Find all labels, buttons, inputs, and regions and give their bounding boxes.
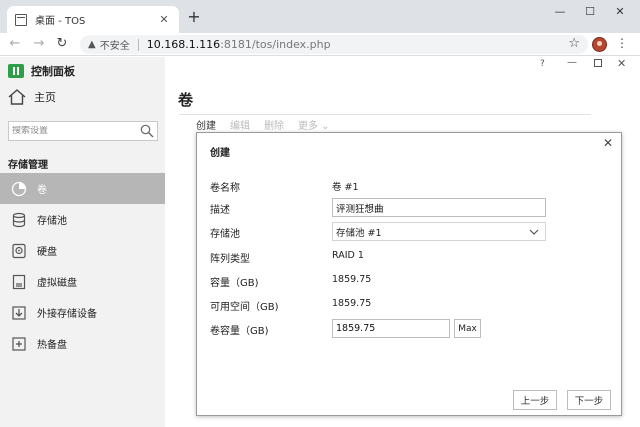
sidebar-item-label: 硬盘 <box>37 247 57 258</box>
new-tab-button[interactable]: + <box>186 9 202 25</box>
title-divider <box>179 114 591 115</box>
sidebar-title: 控制面板 <box>31 65 75 78</box>
window-maximize-button[interactable]: ☐ <box>580 5 600 18</box>
chevron-down-icon <box>529 229 539 235</box>
forward-button[interactable]: → <box>31 36 47 52</box>
volume-name-row: 卷名称 卷 #1 <box>210 176 610 196</box>
app-close-button[interactable]: ✕ <box>617 57 626 70</box>
volume-capacity-input[interactable] <box>332 319 450 338</box>
sidebar: 控制面板 主页 存储管理 卷 <box>0 57 165 427</box>
sidebar-section-title: 存储管理 <box>8 160 48 171</box>
free-space-row: 可用空间（GB) 1859.75 <box>210 295 610 315</box>
raid-type-label: 阵列类型 <box>210 254 250 265</box>
sidebar-item-hot-spare[interactable]: 热备盘 <box>0 328 165 359</box>
pie-chart-icon <box>11 181 27 196</box>
create-button[interactable]: 创建 <box>196 117 216 132</box>
app-maximize-button[interactable] <box>594 59 602 67</box>
next-step-button[interactable]: 下一步 <box>567 390 611 410</box>
window-minimize-button[interactable]: — <box>550 5 570 18</box>
sidebar-item-storage-pool[interactable]: 存储池 <box>0 204 165 235</box>
previous-step-button[interactable]: 上一步 <box>513 390 557 410</box>
search-icon[interactable] <box>140 124 154 138</box>
browser-tab[interactable]: 桌面 - TOS ✕ <box>7 6 179 33</box>
storage-pool-selected: 存储池 #1 <box>336 227 382 239</box>
database-icon <box>12 212 26 227</box>
sidebar-item-label: 外接存储设备 <box>37 309 97 320</box>
description-row: 描述 <box>210 198 610 218</box>
free-space-label: 可用空间（GB) <box>210 302 279 313</box>
delete-button[interactable]: 删除 <box>264 117 284 132</box>
external-storage-icon <box>12 305 26 320</box>
storage-pool-row: 存储池 存储池 #1 <box>210 222 610 242</box>
free-space-value: 1859.75 <box>332 298 372 309</box>
sidebar-item-virtual-disk[interactable]: 虚拟磁盘 <box>0 266 165 297</box>
insecure-label[interactable]: 不安全 <box>100 37 130 52</box>
raid-type-value: RAID 1 <box>332 250 364 261</box>
tab-title: 桌面 - TOS <box>35 16 86 27</box>
more-button[interactable]: 更多 ⌄ <box>298 117 330 132</box>
hot-spare-icon <box>12 336 26 351</box>
url-path: :8181/tos/index.php <box>220 38 331 51</box>
edit-button[interactable]: 编辑 <box>230 117 250 132</box>
profile-avatar[interactable] <box>592 37 607 52</box>
storage-pool-label: 存储池 <box>210 229 240 240</box>
app-minimize-button[interactable]: — <box>567 57 577 68</box>
url-host: 10.168.1.116 <box>146 38 221 51</box>
max-button[interactable]: Max <box>454 319 481 338</box>
storage-pool-select[interactable]: 存储池 #1 <box>332 222 546 241</box>
sidebar-item-hard-disk[interactable]: 硬盘 <box>0 235 165 266</box>
window-close-button[interactable]: ✕ <box>610 5 630 18</box>
sidebar-header: 控制面板 <box>8 63 75 79</box>
hard-disk-icon <box>12 243 26 258</box>
sidebar-search <box>8 121 158 141</box>
description-label: 描述 <box>210 205 230 216</box>
bookmark-star-icon[interactable]: ☆ <box>568 36 580 51</box>
tab-close-icon[interactable]: ✕ <box>157 13 171 26</box>
dialog-close-button[interactable]: ✕ <box>603 136 613 150</box>
help-button[interactable]: ? <box>540 59 545 69</box>
capacity-row: 容量（GB) 1859.75 <box>210 271 610 291</box>
description-input[interactable] <box>332 198 546 217</box>
virtual-disk-icon <box>12 274 26 289</box>
sidebar-home-label: 主页 <box>34 91 56 104</box>
address-separator <box>137 38 139 51</box>
volume-name-value: 卷 #1 <box>332 182 359 193</box>
raid-type-row: 阵列类型 RAID 1 <box>210 247 610 267</box>
control-panel-logo-icon <box>8 64 24 78</box>
sidebar-item-label: 热备盘 <box>37 340 67 351</box>
page-favicon-icon <box>15 13 27 26</box>
sidebar-item-external-storage[interactable]: 外接存储设备 <box>0 297 165 328</box>
home-icon <box>8 89 26 105</box>
page-title: 卷 <box>178 91 194 109</box>
warning-icon[interactable]: ▲ <box>88 39 96 50</box>
sidebar-item-home[interactable]: 主页 <box>8 89 56 105</box>
sidebar-item-label: 存储池 <box>37 216 67 227</box>
volume-name-label: 卷名称 <box>210 183 240 194</box>
sidebar-item-volume[interactable]: 卷 <box>0 173 165 204</box>
action-toolbar: 创建 编辑 删除 更多 ⌄ <box>196 117 344 132</box>
back-button[interactable]: ← <box>7 36 23 52</box>
dialog-title: 创建 <box>210 148 230 159</box>
capacity-label: 容量（GB) <box>210 278 259 289</box>
reload-button[interactable]: ↻ <box>54 36 70 52</box>
volume-capacity-row: 卷容量（GB) Max <box>210 319 610 339</box>
volume-capacity-label: 卷容量（GB) <box>210 326 269 337</box>
sidebar-item-label: 虚拟磁盘 <box>37 278 77 289</box>
browser-menu-icon[interactable]: ⋮ <box>616 36 628 50</box>
capacity-value: 1859.75 <box>332 274 372 285</box>
address-bar[interactable]: ▲ 不安全 10.168.1.116 :8181/tos/index.php ☆ <box>80 35 588 54</box>
create-volume-dialog: 创建 ✕ 卷名称 卷 #1 描述 存储池 存储池 #1 阵列类型 RAID 1 … <box>196 132 622 416</box>
search-input[interactable] <box>12 126 138 136</box>
browser-tab-strip: 桌面 - TOS ✕ + — ☐ ✕ <box>0 0 640 33</box>
sidebar-item-label: 卷 <box>37 185 47 196</box>
browser-toolbar: ← → ↻ ▲ 不安全 10.168.1.116 :8181/tos/index… <box>0 33 640 56</box>
